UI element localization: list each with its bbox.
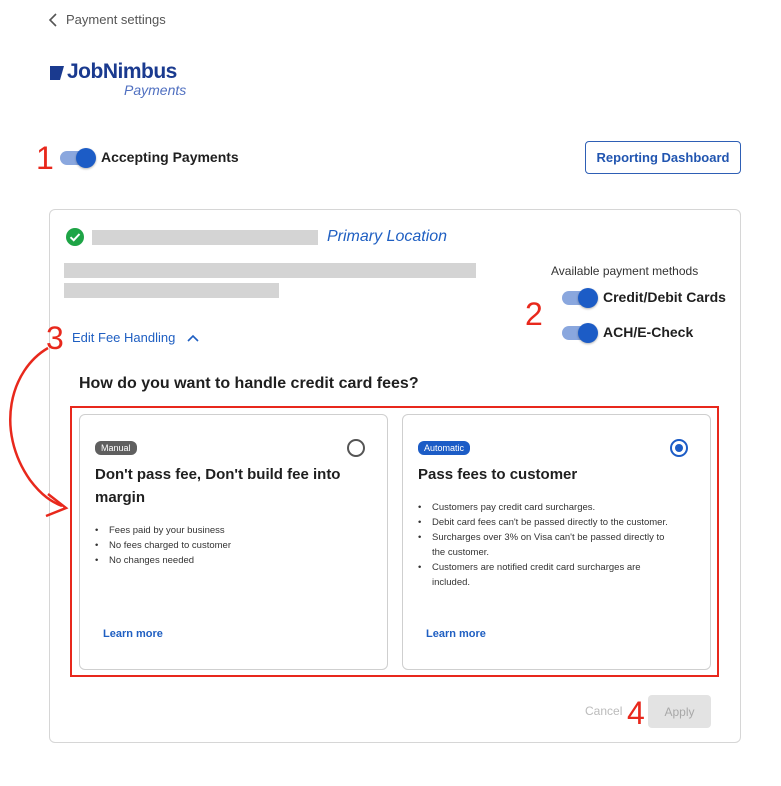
redacted-address-line-1 xyxy=(64,263,476,278)
back-link[interactable]: Payment settings xyxy=(48,12,166,27)
jobnimbus-logo: JobNimbus Payments xyxy=(48,60,208,104)
automatic-title: Pass fees to customer xyxy=(418,466,578,483)
list-item: Customers pay credit card surcharges. xyxy=(418,500,680,515)
chevron-up-icon xyxy=(187,334,199,342)
fee-option-automatic[interactable]: Automatic Pass fees to customer Customer… xyxy=(402,414,711,670)
automatic-learn-more-link[interactable]: Learn more xyxy=(426,628,486,640)
annotation-4: 4 xyxy=(627,695,645,731)
back-link-label: Payment settings xyxy=(66,12,166,27)
chevron-left-icon xyxy=(48,12,57,27)
logo-mark-icon xyxy=(50,66,64,80)
automatic-bullets: Customers pay credit card surcharges. De… xyxy=(418,500,680,590)
check-circle-icon xyxy=(66,228,84,246)
automatic-radio[interactable] xyxy=(670,439,688,457)
accepting-payments-label: Accepting Payments xyxy=(101,149,239,165)
list-item: No fees charged to customer xyxy=(95,538,231,553)
logo-name: JobNimbus xyxy=(67,60,177,83)
annotation-2: 2 xyxy=(525,296,543,332)
primary-location-label: Primary Location xyxy=(327,228,448,245)
list-item: Fees paid by your business xyxy=(95,523,231,538)
apply-button[interactable]: Apply xyxy=(648,695,711,728)
list-item: No changes needed xyxy=(95,553,231,568)
manual-bullets: Fees paid by your business No fees charg… xyxy=(95,523,231,568)
ach-echeck-toggle[interactable] xyxy=(562,323,598,343)
annotation-1: 1 xyxy=(36,140,54,176)
redacted-address-line-2 xyxy=(64,283,279,298)
manual-radio[interactable] xyxy=(347,439,365,457)
reporting-dashboard-button[interactable]: Reporting Dashboard xyxy=(585,141,741,174)
cancel-button[interactable]: Cancel xyxy=(585,704,622,718)
payment-methods-title: Available payment methods xyxy=(551,264,699,278)
credit-debit-label: Credit/Debit Cards xyxy=(603,289,726,305)
fee-option-manual[interactable]: Manual Don't pass fee, Don't build fee i… xyxy=(79,414,388,670)
list-item: Debit card fees can't be passed directly… xyxy=(418,515,680,530)
automatic-badge: Automatic xyxy=(418,441,471,455)
list-item: Customers are notified credit card surch… xyxy=(418,560,680,590)
manual-learn-more-link[interactable]: Learn more xyxy=(103,628,163,640)
manual-badge: Manual xyxy=(95,441,137,455)
logo-sub: Payments xyxy=(124,82,187,98)
fee-question: How do you want to handle credit card fe… xyxy=(79,375,419,392)
list-item: Surcharges over 3% on Visa can't be pass… xyxy=(418,530,680,560)
toggle-knob xyxy=(578,323,598,343)
credit-debit-toggle[interactable] xyxy=(562,288,598,308)
toggle-knob xyxy=(578,288,598,308)
edit-fee-handling-toggle[interactable]: Edit Fee Handling xyxy=(72,330,199,345)
redacted-location-name xyxy=(92,230,318,245)
accepting-payments-toggle[interactable] xyxy=(60,148,96,168)
ach-echeck-label: ACH/E-Check xyxy=(603,324,694,340)
manual-title: Don't pass fee, Don't build fee into mar… xyxy=(95,466,341,506)
toggle-knob xyxy=(76,148,96,168)
